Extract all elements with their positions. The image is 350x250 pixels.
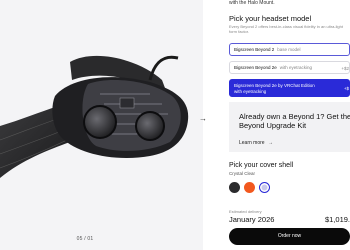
order-now-button[interactable]: Order now [229,228,350,245]
swatch-crystal-clear[interactable] [259,182,270,193]
arrow-right-icon: → [267,140,273,146]
total-price: $1,019. [324,215,350,224]
option-tag: base model [277,47,301,52]
upgrade-text: Already own a Beyond 1? Get the Beyond U… [239,112,350,130]
headset-heading: Pick your headset model [229,14,312,23]
delivery-label: Estimated delivery [229,209,262,214]
headset-image [0,55,189,178]
option-price: +$ [343,86,349,91]
swatch-orange[interactable] [244,182,255,193]
config-panel: with the Halo Mount. Pick your headset m… [229,0,350,250]
learn-more-label: Learn more [239,140,265,146]
headset-option-vrchat-edition[interactable]: Bigscreen Beyond 2e by VRChat Edition wi… [229,79,350,97]
option-price: +$2 [341,65,349,71]
headset-option-beyond-2[interactable]: Bigscreen Beyond 2 base model [229,43,350,56]
cover-heading: Pick your cover shell [229,162,294,169]
option-name: Bigscreen Beyond 2e [234,65,277,70]
upgrade-kit-card[interactable]: Already own a Beyond 1? Get the Beyond U… [229,102,350,152]
option-tag: with eyetracking [234,88,267,94]
delivery-date: January 2026 [229,215,275,224]
option-tag: with eyetracking [279,65,313,70]
swatch-black[interactable] [229,182,240,193]
slide-counter: 05 / 01 [76,236,94,242]
headset-subtitle: Every Beyond 2 offers best-in-class visu… [229,24,343,34]
product-image-area: 05 / 01 [0,0,203,250]
option-name: Bigscreen Beyond 2 [234,47,275,52]
learn-more-link[interactable]: Learn more → [239,140,273,146]
headset-option-beyond-2e[interactable]: Bigscreen Beyond 2e with eyetracking +$2 [229,61,350,74]
top-note: with the Halo Mount. [229,0,275,6]
cover-variant-name: Crystal Clear [229,171,256,176]
next-arrow-icon[interactable]: → [199,114,207,123]
